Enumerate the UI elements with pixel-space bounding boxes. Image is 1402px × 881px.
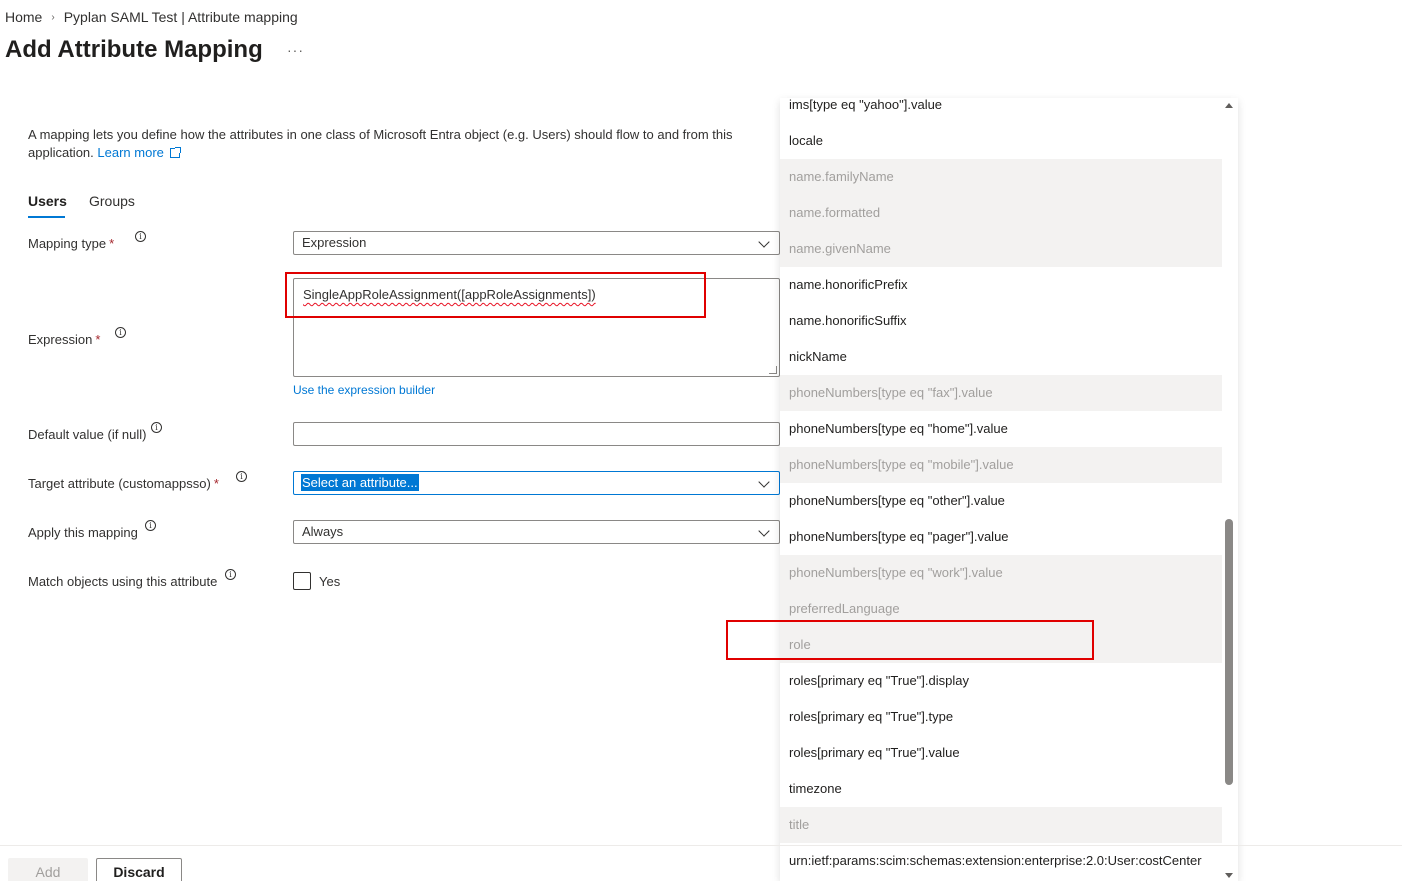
apply-mapping-dropdown[interactable]: Always [293,520,780,544]
add-attribute-mapping-page: Home › Pyplan SAML Test | Attribute mapp… [0,0,1402,881]
dropdown-option[interactable]: roles[primary eq "True"].type [780,699,1222,735]
add-button[interactable]: Add [8,858,88,881]
chevron-down-icon [758,236,770,248]
dropdown-option[interactable]: name.honorificSuffix [780,303,1222,339]
tab-groups[interactable]: Groups [89,193,135,209]
learn-more-link[interactable]: Learn more [97,145,181,160]
dropdown-option: title [780,807,1222,843]
more-options-icon[interactable]: ··· [287,42,304,58]
page-title: Add Attribute Mapping [5,36,263,63]
apply-mapping-label: Apply this mapping [28,525,138,540]
dropdown-option[interactable]: nickName [780,339,1222,375]
dropdown-option[interactable]: ims[type eq "yahoo"].value [780,98,1222,123]
breadcrumb: Home › Pyplan SAML Test | Attribute mapp… [5,9,298,25]
match-objects-label: Match objects using this attribute [28,574,218,589]
dropdown-option[interactable]: phoneNumbers[type eq "home"].value [780,411,1222,447]
info-icon[interactable]: i [115,327,126,338]
scroll-down-arrow-icon[interactable] [1225,873,1233,878]
discard-button[interactable]: Discard [96,858,182,881]
mapping-type-label-text: Mapping type [28,236,107,251]
mapping-type-label: Mapping type * [28,236,114,251]
mapping-type-value: Expression [302,235,367,250]
dropdown-option[interactable]: roles[primary eq "True"].value [780,735,1222,771]
dropdown-scroll-thumb[interactable] [1225,519,1233,785]
apply-mapping-value: Always [302,524,344,539]
chevron-down-icon [758,525,770,537]
expression-label-text: Expression [28,332,93,347]
target-attribute-label-text: Target attribute (customappsso) [28,476,211,491]
default-value-label: Default value (if null) [28,427,147,442]
dropdown-option[interactable]: phoneNumbers[type eq "other"].value [780,483,1222,519]
info-icon[interactable]: i [236,471,247,482]
learn-more-label: Learn more [97,145,164,160]
required-marker: * [95,332,101,347]
target-attribute-label: Target attribute (customappsso) * [28,476,219,491]
dropdown-option[interactable]: urn:ietf:params:scim:schemas:extension:e… [780,843,1222,879]
match-objects-checkbox[interactable] [293,572,311,590]
expression-label: Expression * [28,332,100,347]
chevron-right-icon: › [51,11,55,23]
default-value-input[interactable] [293,422,780,446]
mapping-type-dropdown[interactable]: Expression [293,231,780,255]
dropdown-option: name.formatted [780,195,1222,231]
dropdown-option: preferredLanguage [780,591,1222,627]
info-icon[interactable]: i [151,422,162,433]
expression-textarea[interactable]: SingleAppRoleAssignment([appRoleAssignme… [293,278,780,377]
info-icon[interactable]: i [135,231,146,242]
dropdown-option: phoneNumbers[type eq "mobile"].value [780,447,1222,483]
tab-users[interactable]: Users [28,193,67,209]
chevron-down-icon [758,476,770,488]
required-marker: * [213,476,219,491]
resize-handle-icon[interactable] [769,366,777,374]
dropdown-option[interactable]: roles[primary eq "True"].display [780,663,1222,699]
dropdown-option: phoneNumbers[type eq "fax"].value [780,375,1222,411]
expression-builder-link[interactable]: Use the expression builder [293,383,435,397]
dropdown-option: phoneNumbers[type eq "work"].value [780,555,1222,591]
dropdown-option: role [780,627,1222,663]
dropdown-option[interactable]: phoneNumbers[type eq "pager"].value [780,519,1222,555]
dropdown-option: name.givenName [780,231,1222,267]
target-attribute-value: Select an attribute... [301,474,419,491]
target-attribute-options-list[interactable]: ims[type eq "yahoo"].value locale name.fam… [780,98,1238,881]
info-icon[interactable]: i [145,520,156,531]
dropdown-option: name.familyName [780,159,1222,195]
expression-value: SingleAppRoleAssignment([appRoleAssignme… [303,287,596,302]
description: A mapping lets you define how the attrib… [28,126,768,162]
breadcrumb-home[interactable]: Home [5,9,42,25]
breadcrumb-current[interactable]: Pyplan SAML Test | Attribute mapping [64,9,298,25]
scroll-up-arrow-icon[interactable] [1225,103,1233,108]
footer-divider [0,845,1402,846]
match-objects-checkbox-label: Yes [319,574,341,589]
dropdown-option[interactable]: name.honorificPrefix [780,267,1222,303]
required-marker: * [109,236,115,251]
external-link-icon [169,147,181,158]
dropdown-option[interactable]: timezone [780,771,1222,807]
info-icon[interactable]: i [225,569,236,580]
target-attribute-dropdown[interactable]: Select an attribute... [293,471,780,495]
dropdown-option[interactable]: locale [780,123,1222,159]
tab-active-indicator [28,216,65,218]
